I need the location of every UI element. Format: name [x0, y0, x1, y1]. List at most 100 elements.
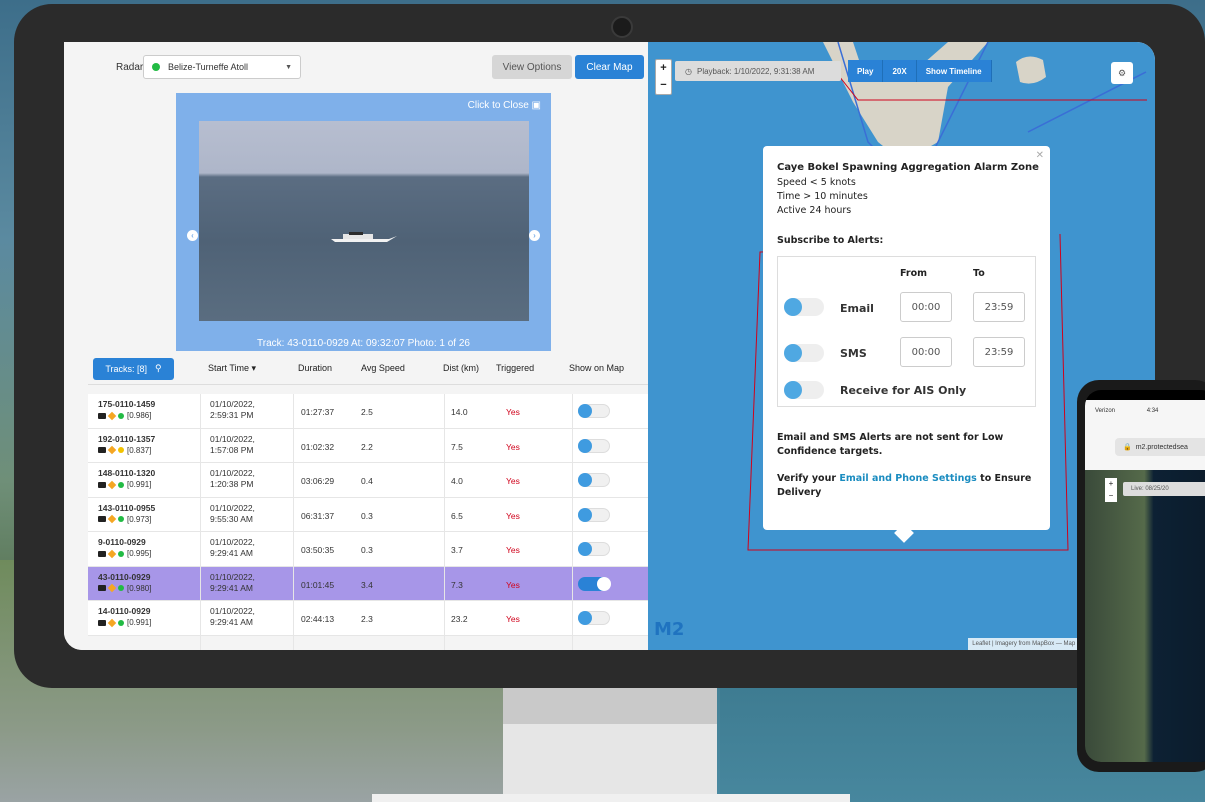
- tag-icon: [107, 480, 117, 489]
- phone-url-bar[interactable]: 🔒 m2.protectedsea: [1115, 438, 1205, 456]
- sms-from-input[interactable]: 00:00: [900, 337, 952, 367]
- phone-map[interactable]: [1085, 470, 1205, 762]
- toggle-knob: [784, 298, 802, 316]
- phone-zoom-control[interactable]: + −: [1105, 478, 1117, 502]
- track-id: 148-0110-1320: [98, 468, 156, 478]
- triggered: Yes: [506, 476, 520, 486]
- settings-link[interactable]: Email and Phone Settings: [839, 473, 977, 484]
- close-photo-button[interactable]: Click to Close ▣: [468, 100, 541, 111]
- table-row[interactable]: 143-0110-0955 [0.973] 01/10/2022, 9:55:30 A…: [88, 497, 648, 532]
- distance: 7.3: [451, 579, 463, 590]
- show-on-map-toggle[interactable]: [578, 542, 610, 556]
- start-time: 01/10/2022, 9:29:41 AM: [210, 606, 255, 628]
- show-on-map-toggle[interactable]: [578, 576, 611, 591]
- triggered: Yes: [506, 614, 520, 624]
- ais-only-toggle[interactable]: [784, 381, 824, 399]
- confidence-dot-icon: [118, 619, 124, 626]
- show-on-map-toggle[interactable]: [578, 611, 610, 625]
- start-clock: 1:20:38 PM: [210, 479, 254, 489]
- boat-image: [331, 232, 397, 242]
- sms-toggle[interactable]: [784, 344, 824, 362]
- status-dot-icon: [152, 63, 160, 71]
- radar-select[interactable]: Belize-Turneffe Atoll ▼: [143, 55, 301, 79]
- column-divider: [293, 394, 294, 650]
- tag-icon: [107, 411, 117, 420]
- email-from-input[interactable]: 00:00: [900, 292, 952, 322]
- layer-settings-icon[interactable]: ⚙: [1111, 62, 1133, 84]
- phone-status-bar: Verizon 4:34: [1095, 408, 1158, 414]
- email-toggle[interactable]: [784, 298, 824, 316]
- start-clock: 2:59:31 PM: [210, 410, 254, 420]
- column-avg-speed: Avg Speed: [361, 363, 405, 373]
- camera-icon: [98, 585, 106, 591]
- avg-speed: 0.3: [361, 545, 373, 555]
- toggle-knob: [578, 507, 592, 522]
- phone-screen: Verizon 4:34 🔒 m2.protectedsea + − Live: …: [1085, 390, 1205, 762]
- show-on-map-toggle[interactable]: [578, 507, 610, 522]
- table-row[interactable]: 14-0110-0929 [0.991] 01/10/2022, 9:29:41 AM…: [88, 601, 648, 636]
- distance: 6.5: [451, 510, 463, 521]
- column-divider: [444, 394, 445, 650]
- verify-note: Verify your Email and Phone Settings to …: [777, 472, 1037, 500]
- table-row[interactable]: 43-0110-0929 [0.980] 01/10/2022, 9:29:41 AM…: [88, 566, 648, 601]
- zoom-out-icon[interactable]: −: [656, 77, 671, 94]
- column-start-time[interactable]: Start Time ▾: [208, 363, 256, 374]
- view-options-button[interactable]: View Options: [492, 55, 572, 79]
- confidence-dot-icon: [118, 481, 124, 488]
- track-icons: [0.980]: [98, 584, 151, 593]
- ais-only-label: Receive for AIS Only: [840, 384, 967, 397]
- radar-label: Radar:: [116, 62, 147, 73]
- radar-select-value: Belize-Turneffe Atoll: [168, 62, 249, 72]
- toggle-knob: [784, 344, 802, 362]
- toggle-knob: [578, 542, 592, 556]
- clock-icon: ◷: [685, 66, 692, 76]
- start-date: 01/10/2022,: [210, 537, 255, 547]
- phone-live-display: Live: 08/25/20: [1123, 482, 1205, 496]
- speed-button[interactable]: 20X: [883, 60, 917, 82]
- show-on-map-toggle[interactable]: [578, 404, 610, 418]
- zoom-control[interactable]: + −: [655, 59, 672, 95]
- start-time: 01/10/2022, 9:29:41 AM: [210, 572, 255, 594]
- zoom-in-icon[interactable]: +: [656, 60, 671, 77]
- table-row[interactable]: 148-0110-1320 [0.991] 01/10/2022, 1:20:38 P…: [88, 463, 648, 498]
- camera-icon: [98, 516, 106, 522]
- close-icon[interactable]: ✕: [1036, 150, 1044, 161]
- toggle-knob: [784, 381, 802, 399]
- column-duration: Duration: [298, 363, 333, 373]
- show-on-map-toggle[interactable]: [578, 438, 610, 453]
- duration: 02:44:13: [301, 614, 335, 624]
- tracks-search-button[interactable]: Tracks: [8] ⚲: [93, 357, 174, 380]
- play-button[interactable]: Play: [848, 60, 884, 82]
- confidence-dot-icon: [118, 447, 124, 453]
- avg-speed: 2.2: [361, 441, 373, 452]
- avg-speed: 2.3: [361, 614, 373, 624]
- table-row[interactable]: 9-0110-0929 [0.995] 01/10/2022, 9:29:41 AM 0…: [88, 532, 648, 567]
- show-timeline-button[interactable]: Show Timeline: [916, 60, 992, 82]
- duration: 01:02:32: [301, 441, 335, 452]
- close-photo-label: Click to Close: [467, 100, 529, 111]
- previous-photo-icon[interactable]: ‹: [187, 230, 198, 241]
- from-header: From: [900, 268, 927, 279]
- show-on-map-toggle[interactable]: [578, 473, 610, 487]
- table-row[interactable]: 175-0110-1459 [0.986] 01/10/2022, 2:59:31 P…: [88, 394, 648, 429]
- triggered: Yes: [506, 407, 520, 417]
- track-photo: [199, 121, 529, 321]
- start-date: 01/10/2022,: [210, 468, 255, 478]
- carrier-label: Verizon: [1095, 408, 1116, 414]
- to-header: To: [973, 268, 985, 279]
- tracks-panel: Radar: Belize-Turneffe Atoll ▼ View Opti…: [64, 42, 648, 650]
- sms-label: SMS: [840, 347, 867, 360]
- confidence-dot-icon: [118, 550, 124, 557]
- monitor-stand-base: [372, 794, 850, 802]
- triggered: Yes: [506, 441, 520, 452]
- tracks-count-label: Tracks: [8]: [105, 363, 148, 374]
- track-id: 9-0110-0929: [98, 537, 146, 547]
- triggered: Yes: [506, 545, 520, 555]
- email-to-input[interactable]: 23:59: [973, 292, 1025, 322]
- clear-map-button[interactable]: Clear Map: [575, 55, 644, 79]
- next-photo-icon[interactable]: ›: [529, 230, 540, 241]
- start-time: 01/10/2022, 1:20:38 PM: [210, 468, 255, 490]
- table-row[interactable]: 192-0110-1357 [0.837] 01/10/2022, 1:57:08 P…: [88, 428, 648, 463]
- sms-to-input[interactable]: 23:59: [973, 337, 1025, 367]
- avg-speed: 0.3: [361, 510, 373, 521]
